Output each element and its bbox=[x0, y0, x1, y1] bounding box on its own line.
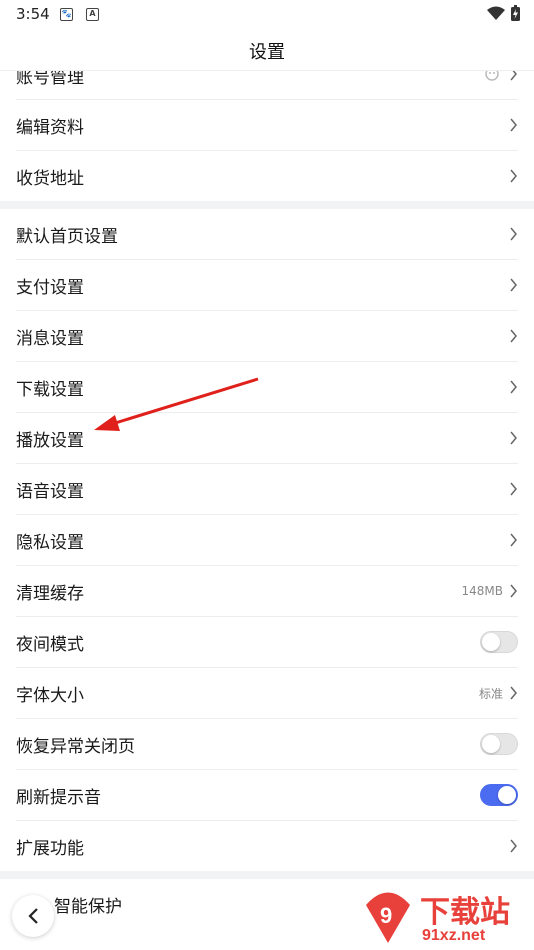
watermark-text: 下载站 bbox=[420, 895, 510, 930]
night-mode-toggle[interactable] bbox=[480, 631, 518, 653]
status-bar: 3:54 🐾 A bbox=[0, 0, 534, 30]
settings-item-payment[interactable]: 支付设置 bbox=[16, 260, 518, 311]
page-title: 设置 bbox=[249, 42, 285, 63]
refresh-sound-toggle[interactable] bbox=[480, 784, 518, 806]
restore-pages-toggle[interactable] bbox=[480, 733, 518, 755]
settings-item-font-size[interactable]: 字体大小 标准 bbox=[16, 668, 518, 719]
svg-text:9: 9 bbox=[380, 903, 392, 928]
settings-item-label: 默认首页设置 bbox=[16, 226, 118, 247]
section-divider bbox=[0, 201, 534, 209]
settings-item-label: 账号管理 bbox=[16, 71, 84, 88]
settings-item-label: 编辑资料 bbox=[16, 117, 84, 138]
battery-icon bbox=[511, 5, 520, 21]
settings-item-label: 隐私设置 bbox=[16, 532, 84, 553]
back-button[interactable] bbox=[12, 895, 54, 937]
settings-item-download[interactable]: 下载设置 bbox=[16, 362, 518, 413]
chevron-right-icon bbox=[510, 329, 517, 343]
chevron-right-icon bbox=[510, 482, 517, 496]
chevron-right-icon bbox=[510, 227, 517, 241]
settings-item-clear-cache[interactable]: 清理缓存 148MB bbox=[16, 566, 518, 617]
settings-item-restore-pages: 恢复异常关闭页 bbox=[16, 719, 518, 770]
wifi-icon bbox=[487, 6, 505, 20]
settings-item-label: 播放设置 bbox=[16, 430, 84, 451]
settings-item-label: 刷新提示音 bbox=[16, 787, 101, 808]
settings-item-edit-profile[interactable]: 编辑资料 bbox=[16, 100, 518, 151]
settings-item-label: 扩展功能 bbox=[16, 838, 84, 859]
settings-item-label: 语音设置 bbox=[16, 481, 84, 502]
paw-icon: 🐾 bbox=[60, 8, 73, 21]
settings-item-voice[interactable]: 语音设置 bbox=[16, 464, 518, 515]
font-size-value: 标准 bbox=[478, 686, 503, 701]
settings-item-default-home[interactable]: 默认首页设置 bbox=[16, 209, 518, 260]
settings-item-label: 夜间模式 bbox=[16, 634, 84, 655]
settings-item-night-mode: 夜间模式 bbox=[16, 617, 518, 668]
chevron-right-icon bbox=[510, 380, 517, 394]
chevron-right-icon bbox=[510, 839, 517, 853]
watermark-logo-icon: 9 bbox=[366, 892, 410, 943]
settings-item-label: 智能保护 bbox=[54, 896, 122, 917]
settings-item-address[interactable]: 收货地址 bbox=[16, 151, 518, 201]
status-right bbox=[487, 5, 520, 21]
settings-item-label: 消息设置 bbox=[16, 328, 84, 349]
chevron-left-icon bbox=[28, 908, 38, 924]
settings-item-playback[interactable]: 播放设置 bbox=[16, 413, 518, 464]
section-divider bbox=[0, 871, 534, 879]
settings-item-privacy[interactable]: 隐私设置 bbox=[16, 515, 518, 566]
settings-item-account[interactable]: 账号管理 bbox=[16, 71, 518, 100]
settings-item-label: 下载设置 bbox=[16, 379, 84, 400]
settings-item-label: 清理缓存 bbox=[16, 583, 84, 604]
settings-item-label: 恢复异常关闭页 bbox=[16, 736, 135, 757]
settings-item-extensions[interactable]: 扩展功能 bbox=[16, 821, 518, 871]
chevron-right-icon bbox=[510, 118, 517, 132]
watermark: 9 下载站 91xz.net bbox=[358, 885, 528, 947]
chevron-right-icon bbox=[510, 431, 517, 445]
chevron-right-icon bbox=[510, 169, 517, 183]
watermark-url: 91xz.net bbox=[422, 927, 486, 944]
status-time: 3:54 bbox=[16, 5, 50, 23]
chevron-right-icon bbox=[510, 278, 517, 292]
settings-item-label: 字体大小 bbox=[16, 685, 84, 706]
settings-item-message[interactable]: 消息设置 bbox=[16, 311, 518, 362]
chevron-right-icon bbox=[510, 71, 517, 81]
a-notification-icon: A bbox=[86, 8, 99, 21]
chevron-right-icon bbox=[510, 584, 517, 598]
avatar-icon bbox=[485, 71, 499, 81]
settings-item-label: 支付设置 bbox=[16, 277, 84, 298]
settings-item-label: 收货地址 bbox=[16, 168, 84, 189]
cache-size-value: 148MB bbox=[461, 584, 504, 598]
chevron-right-icon bbox=[510, 686, 517, 700]
title-bar: 设置 bbox=[0, 30, 534, 71]
chevron-right-icon bbox=[510, 533, 517, 547]
settings-list: 账号管理 编辑资料 收货地址 默认首页设置 支付设置 消息设置 下载设置 播放设… bbox=[0, 71, 534, 929]
settings-item-refresh-sound: 刷新提示音 bbox=[16, 770, 518, 821]
